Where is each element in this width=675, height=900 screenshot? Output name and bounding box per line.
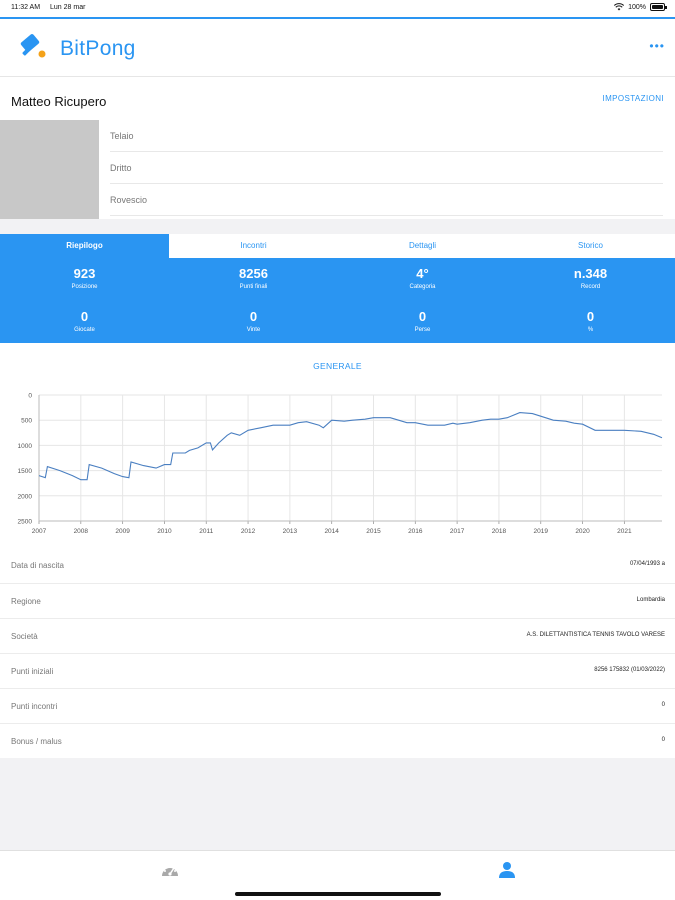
info-label: Data di nascita: [11, 561, 64, 570]
y-tick-label: 2500: [18, 519, 33, 526]
player-info-list: Data di nascita 07/04/1993 a Regione Lom…: [0, 548, 675, 758]
equipment-row-forehand: Dritto: [110, 152, 663, 184]
profile-card: Matteo Ricupero IMPOSTAZIONI Telaio Drit…: [0, 77, 675, 219]
battery-icon: [650, 3, 667, 11]
info-label: Regione: [11, 597, 41, 606]
info-value: 0: [661, 737, 665, 743]
stat-label: Vinte: [246, 327, 261, 333]
ranking-chart-card: GENERALE 0 500 1000 1500 2000 2500 2007 2008 200…: [0, 343, 675, 548]
ranking-series-line: [38, 412, 663, 481]
stat-label: Punti finali: [239, 284, 268, 290]
info-value: 8256 175832 (01/03/2022): [594, 667, 665, 673]
y-tick-label: 2000: [18, 493, 33, 500]
info-label: Punti incontri: [11, 702, 58, 711]
info-value: 0: [661, 702, 665, 708]
y-tick-label: 1500: [18, 468, 33, 475]
app-brand: BitPong: [60, 37, 136, 60]
stat-label: Categoria: [409, 284, 436, 290]
x-tick-label: 2014: [324, 528, 339, 535]
info-row-birthdate: Data di nascita 07/04/1993 a: [0, 548, 675, 583]
info-value: 07/04/1993 a: [629, 561, 665, 567]
x-tick-label: 2020: [575, 528, 590, 535]
user-icon[interactable]: [498, 861, 516, 879]
x-tick-label: 2018: [492, 528, 507, 535]
stat-label: Posizione: [71, 284, 98, 290]
stat-value: 0: [249, 309, 258, 324]
info-row-match-points: Punti incontri 0: [0, 688, 675, 723]
stat-value: 0: [418, 309, 427, 324]
x-tick-label: 2008: [74, 528, 89, 535]
wifi-icon: [614, 3, 625, 11]
equipment-row-backhand: Rovescio: [110, 184, 663, 216]
stat-value: 0: [586, 309, 595, 324]
stats-panel: 923 Posizione 8256 Punti finali 4° Categ…: [0, 258, 675, 343]
x-tick-label: 2019: [534, 528, 549, 535]
tab-storico[interactable]: Storico: [506, 234, 675, 258]
x-tick-label: 2012: [241, 528, 256, 535]
x-tick-label: 2015: [366, 528, 381, 535]
stat-value: n.348: [573, 266, 608, 281]
avatar: [0, 120, 99, 219]
info-label: Bonus / malus: [11, 737, 62, 746]
dashboard-icon[interactable]: [160, 862, 180, 878]
settings-button[interactable]: IMPOSTAZIONI: [602, 94, 664, 103]
info-label: Punti iniziali: [11, 667, 54, 676]
info-row-club: Società A.S. DILETTANTISTICA TENNIS TAVO…: [0, 618, 675, 653]
y-tick-label: 500: [21, 418, 32, 425]
bottom-nav: [0, 850, 675, 900]
bitpong-logo-icon: [20, 34, 46, 58]
equipment-row-frame: Telaio: [110, 120, 663, 152]
app-header: BitPong •••: [0, 19, 675, 77]
tab-dettagli[interactable]: Dettagli: [338, 234, 507, 258]
stat-lost: 0 Perse: [338, 309, 507, 333]
info-label: Società: [11, 632, 38, 641]
status-date: Lun 28 mar: [50, 4, 86, 11]
info-row-bonus-malus: Bonus / malus 0: [0, 723, 675, 758]
more-menu-icon[interactable]: •••: [649, 39, 665, 53]
battery-percent: 100%: [628, 3, 646, 11]
stat-label: Giocate: [74, 327, 95, 333]
x-tick-label: 2017: [450, 528, 465, 535]
ranking-chart: 0 500 1000 1500 2000 2500 2007 2008 2009 2010 2011…: [18, 393, 663, 535]
x-tick-label: 2013: [283, 528, 298, 535]
x-tick-label: 2021: [617, 528, 632, 535]
tab-bar: Riepilogo Incontri Dettagli Storico: [0, 234, 675, 258]
status-bar: 11:32 AM Lun 28 mar 100%: [0, 0, 675, 17]
x-tick-label: 2007: [32, 528, 47, 535]
stat-category: 4° Categoria: [338, 266, 507, 290]
stat-percent: 0 %: [506, 309, 675, 333]
stat-final-points: 8256 Punti finali: [169, 266, 338, 290]
stat-value: 8256: [239, 266, 268, 281]
stat-value: 4°: [416, 266, 429, 281]
stat-position: 923 Posizione: [0, 266, 169, 290]
home-indicator[interactable]: [235, 892, 441, 896]
stat-label: %: [587, 327, 594, 333]
info-row-region: Regione Lombardia: [0, 583, 675, 618]
stat-label: Record: [580, 284, 601, 290]
y-tick-label: 0: [28, 393, 32, 400]
tab-incontri[interactable]: Incontri: [169, 234, 338, 258]
y-tick-label: 1000: [18, 443, 33, 450]
stat-label: Perse: [414, 327, 431, 333]
x-tick-label: 2016: [408, 528, 423, 535]
stat-played: 0 Giocate: [0, 309, 169, 333]
info-value: A.S. DILETTANTISTICA TENNIS TAVOLO VARES…: [526, 632, 665, 638]
stat-won: 0 Vinte: [169, 309, 338, 333]
stat-record: n.348 Record: [506, 266, 675, 290]
stat-value: 0: [80, 309, 89, 324]
x-tick-label: 2010: [157, 528, 172, 535]
stat-value: 923: [73, 266, 96, 281]
info-value: Lombardia: [636, 597, 665, 603]
x-tick-label: 2009: [115, 528, 130, 535]
player-name: Matteo Ricupero: [11, 94, 107, 109]
x-tick-label: 2011: [199, 528, 213, 535]
status-time: 11:32 AM: [11, 4, 41, 11]
info-row-initial-points: Punti iniziali 8256 175832 (01/03/2022): [0, 653, 675, 688]
tab-riepilogo[interactable]: Riepilogo: [0, 234, 169, 258]
